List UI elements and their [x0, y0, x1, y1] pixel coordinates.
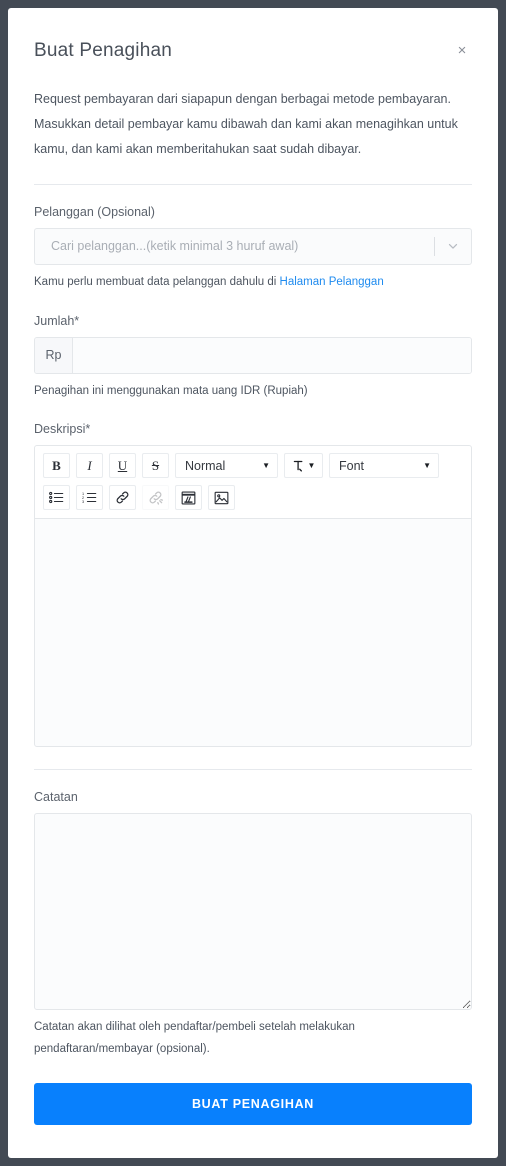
block-format-value: Normal	[185, 458, 226, 473]
customer-label: Pelanggan (Opsional)	[34, 204, 155, 219]
bullet-list-icon[interactable]	[43, 485, 70, 511]
amount-label: Jumlah*	[34, 313, 80, 328]
modal-content: Buat Penagihan × Request pembayaran dari…	[8, 8, 498, 1126]
text-color-icon	[292, 459, 305, 473]
chevron-down-icon: ▼	[262, 461, 270, 471]
rich-text-editor: B I U S Normal ▼ ▼ Font ▼ 1 2 3	[34, 445, 472, 748]
page-title: Buat Penagihan	[34, 40, 173, 61]
note-textarea[interactable]	[34, 813, 472, 1011]
video-embed-icon[interactable]	[175, 485, 202, 511]
link-icon[interactable]	[109, 485, 136, 511]
note-label: Catatan	[34, 790, 78, 805]
ordered-list-icon[interactable]: 1 2 3	[76, 485, 103, 511]
description-field: Deskripsi* B I U S Normal ▼ ▼ Font ▼ 1 2…	[34, 422, 472, 748]
create-invoice-modal: Buat Penagihan × Request pembayaran dari…	[8, 8, 498, 1158]
editor-toolbar: B I U S Normal ▼ ▼ Font ▼ 1 2 3	[34, 445, 472, 519]
toolbar-row-two: 1 2 3	[43, 485, 463, 511]
block-format-select[interactable]: Normal ▼	[175, 453, 278, 479]
divider-top	[34, 183, 472, 185]
note-field: Catatan Catatan akan dilihat oleh pendaf…	[34, 790, 472, 1061]
image-icon[interactable]	[208, 485, 235, 511]
chevron-down-icon[interactable]	[435, 239, 471, 253]
customer-hint: Kamu perlu membuat data pelanggan dahulu…	[34, 272, 472, 294]
bold-button[interactable]: B	[43, 453, 70, 479]
text-color-button[interactable]: ▼	[284, 453, 323, 479]
description-label: Deskripsi*	[34, 422, 91, 437]
toolbar-row-one: B I U S Normal ▼ ▼ Font ▼	[43, 453, 463, 479]
modal-description: Request pembayaran dari siapapun dengan …	[34, 91, 458, 156]
amount-field: Jumlah* Rp Penagihan ini menggunakan mat…	[34, 314, 472, 403]
currency-prefix: Rp	[35, 337, 73, 373]
customer-select[interactable]: Cari pelanggan...(ketik minimal 3 huruf …	[34, 227, 472, 265]
amount-input-group: Rp	[34, 336, 472, 374]
italic-button[interactable]: I	[76, 453, 103, 479]
modal-header: Buat Penagihan ×	[34, 34, 472, 63]
amount-hint: Penagihan ini menggunakan mata uang IDR …	[34, 384, 308, 397]
unlink-icon[interactable]	[142, 485, 169, 511]
note-hint: Catatan akan dilihat oleh pendaftar/pemb…	[34, 1021, 355, 1056]
chevron-down-icon: ▼	[423, 461, 431, 471]
customer-hint-text: Kamu perlu membuat data pelanggan dahulu…	[34, 275, 280, 288]
amount-input[interactable]	[73, 337, 471, 373]
underline-button[interactable]: U	[109, 453, 136, 479]
close-icon[interactable]: ×	[451, 39, 473, 61]
description-editor-body[interactable]	[34, 518, 472, 748]
create-invoice-button[interactable]: BUAT PENAGIHAN	[34, 1083, 472, 1126]
font-value: Font	[339, 458, 365, 473]
customer-placeholder[interactable]: Cari pelanggan...(ketik minimal 3 huruf …	[35, 239, 434, 253]
customer-page-link[interactable]: Halaman Pelanggan	[280, 276, 384, 288]
customer-field: Pelanggan (Opsional) Cari pelanggan...(k…	[34, 205, 472, 294]
chevron-down-icon: ▼	[307, 461, 316, 471]
divider-bottom	[34, 769, 472, 771]
strikethrough-button[interactable]: S	[142, 453, 169, 479]
svg-text:3: 3	[82, 500, 84, 504]
font-select[interactable]: Font ▼	[329, 453, 439, 479]
